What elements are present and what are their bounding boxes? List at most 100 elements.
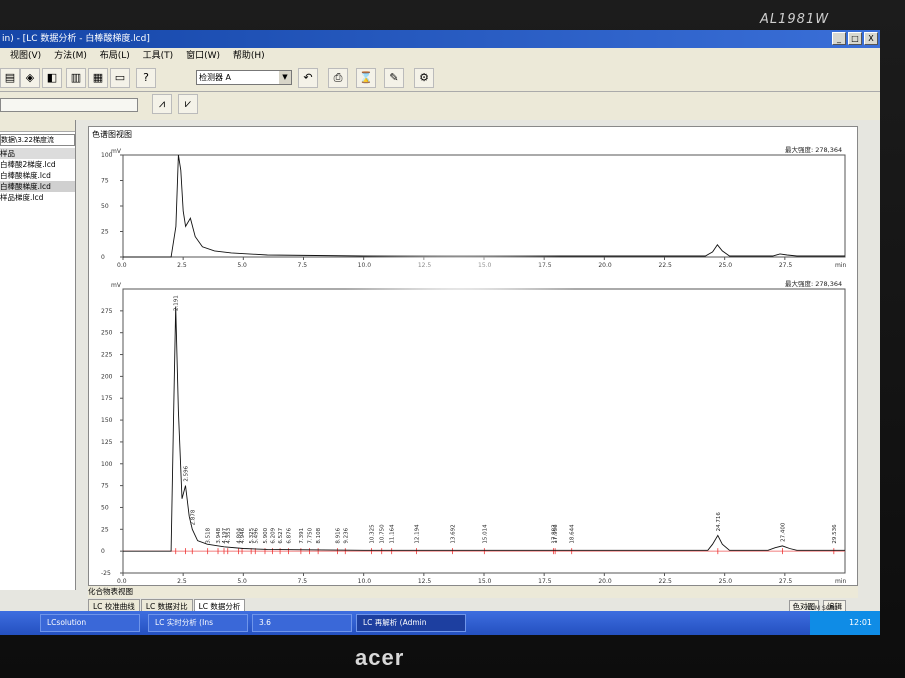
help-icon[interactable]: ? [136,68,156,88]
max-intensity-label: 最大强度: 278,364 [785,279,842,288]
file-item[interactable]: 样品梯度.lcd [0,192,75,203]
report-icon[interactable]: ⚙ [414,68,434,88]
y-tick-label: 100 [101,461,113,468]
x-axis-label: min [835,262,847,269]
y-tick-label: 25 [101,526,109,533]
x-tick-label: 20.0 [598,578,612,585]
menu-method[interactable]: 方法(M) [54,51,87,61]
file-item[interactable]: 白棒酸2梯度.lcd [0,159,75,170]
x-axis-label: min [835,578,847,585]
screen: in) - [LC 数据分析 - 白棒酸梯度.lcd] _ □ X 视图(V) … [0,30,880,635]
menu-view[interactable]: 视图(V) [10,51,41,61]
peak-label: 29.536 [832,524,838,544]
peak-label: 24.716 [716,512,722,532]
chevron-down-icon: ▼ [279,71,291,84]
print-icon[interactable]: ⎙ [328,68,348,88]
y-tick-label: 100 [101,152,113,159]
y-axis-label: mV [111,148,122,155]
undo-icon[interactable]: ↶ [298,68,318,88]
x-tick-label: 2.5 [177,578,187,585]
peak-label: 6.527 [278,527,284,543]
window-titlebar: in) - [LC 数据分析 - 白棒酸梯度.lcd] _ □ X [0,30,880,48]
x-tick-label: 22.5 [659,262,673,269]
peak-label: 7.391 [299,528,305,544]
x-tick-label: 20.0 [598,262,612,269]
peak-label: 12.194 [414,524,420,544]
layout-icon[interactable]: ▥ [66,68,86,88]
peak-icon[interactable]: ⩘ [152,94,172,114]
peak-label: 17.956 [553,524,559,544]
maximize-button[interactable]: □ [848,32,862,45]
taskbar-item-folder[interactable]: 3.6 [252,614,352,632]
y-tick-label: 175 [101,395,113,402]
open-icon[interactable]: ▤ [0,68,20,88]
peak-label: 2.878 [190,509,196,525]
chromatogram-panel-title: 色谱图视图 [92,130,132,139]
peak-label: 4.946 [240,527,246,543]
folder-select[interactable]: 数据\3.22梯度流 [0,134,75,146]
taskbar-item-realtime[interactable]: LC 实时分析 (Ins [148,614,248,632]
edit-icon[interactable]: ✎ [384,68,404,88]
minimize-button[interactable]: _ [832,32,846,45]
x-tick-label: 15.0 [478,578,492,585]
x-tick-label: 7.5 [298,262,308,269]
table-icon[interactable]: ▦ [88,68,108,88]
detector-select[interactable]: 检测器 A ▼ [196,70,292,85]
file-item[interactable]: 白棒酸梯度.lcd [0,170,75,181]
x-tick-label: 17.5 [538,578,552,585]
menu-window[interactable]: 窗口(W) [186,51,220,61]
peak-label: 6.876 [286,527,292,543]
y-tick-label: 25 [101,229,109,236]
max-intensity-label: 最大强度: 278,364 [785,145,842,154]
window-title: in) - [LC 数据分析 - 白棒酸梯度.lcd] [2,34,150,44]
integrate-icon[interactable]: ⌛ [356,68,376,88]
menu-layout[interactable]: 布局(L) [100,51,130,61]
monitor-model: AL1981W [760,12,830,27]
taskbar-item-reanalysis[interactable]: LC 再解析 (Admin [356,614,466,632]
compare-icon[interactable]: ◧ [42,68,62,88]
y-tick-label: 250 [101,330,113,337]
x-tick-label: 10.0 [358,578,372,585]
close-button[interactable]: X [864,32,878,45]
y-tick-label: 225 [101,352,113,359]
baseline-icon[interactable]: ⩗ [178,94,198,114]
x-tick-label: 22.5 [659,578,673,585]
peak-label: 3.518 [206,527,212,543]
y-tick-label: 75 [101,483,109,490]
file-item-selected[interactable]: 白棒酸梯度.lcd [0,181,75,192]
x-tick-label: 5.0 [237,578,247,585]
x-tick-label: 7.5 [298,578,308,585]
window-icon[interactable]: ▭ [110,68,130,88]
x-tick-label: 12.5 [418,262,432,269]
clock: 12:01 [848,618,872,627]
y-tick-label: 275 [101,308,113,315]
y-tick-label: 125 [101,439,113,446]
plot-frame [122,154,846,258]
main-toolbar: ▤ ◈ ◧ ▥ ▦ ▭ ? 检测器 A ▼ ↶ ⎙ ⌛ ✎ ⚙ [0,64,880,92]
x-tick-label: 25.0 [719,578,733,585]
y-tick-label: 50 [101,203,109,210]
x-tick-label: 25.0 [719,262,733,269]
x-tick-label: 0.0 [117,262,127,269]
taskbar-item-lcsolution[interactable]: LCsolution [40,614,140,632]
sample-field[interactable] [0,98,138,112]
menu-tools[interactable]: 工具(T) [143,51,174,61]
peak-label: 15.014 [482,524,488,544]
peak-label: 5.900 [263,527,269,543]
x-tick-label: 5.0 [237,262,247,269]
data-explorer-panel: 数据\3.22梯度流 样品 白棒酸2梯度.lcd 白棒酸梯度.lcd 白棒酸梯度… [0,120,76,590]
peak-label: 6.209 [270,527,276,543]
menu-help[interactable]: 帮助(H) [233,51,265,61]
x-tick-label: 10.0 [358,262,372,269]
x-tick-label: 27.5 [779,578,793,585]
y-tick-label: 75 [101,178,109,185]
x-tick-label: 2.5 [177,262,187,269]
peak-label: 10.325 [369,524,375,544]
y-tick-label: 50 [101,504,109,511]
y-tick-label: 200 [101,373,113,380]
x-tick-label: 27.5 [779,262,793,269]
peak-label: 13.692 [451,524,457,543]
x-tick-label: 0.0 [117,578,127,585]
y-tick-label: 0 [101,254,105,261]
data-icon[interactable]: ◈ [20,68,40,88]
